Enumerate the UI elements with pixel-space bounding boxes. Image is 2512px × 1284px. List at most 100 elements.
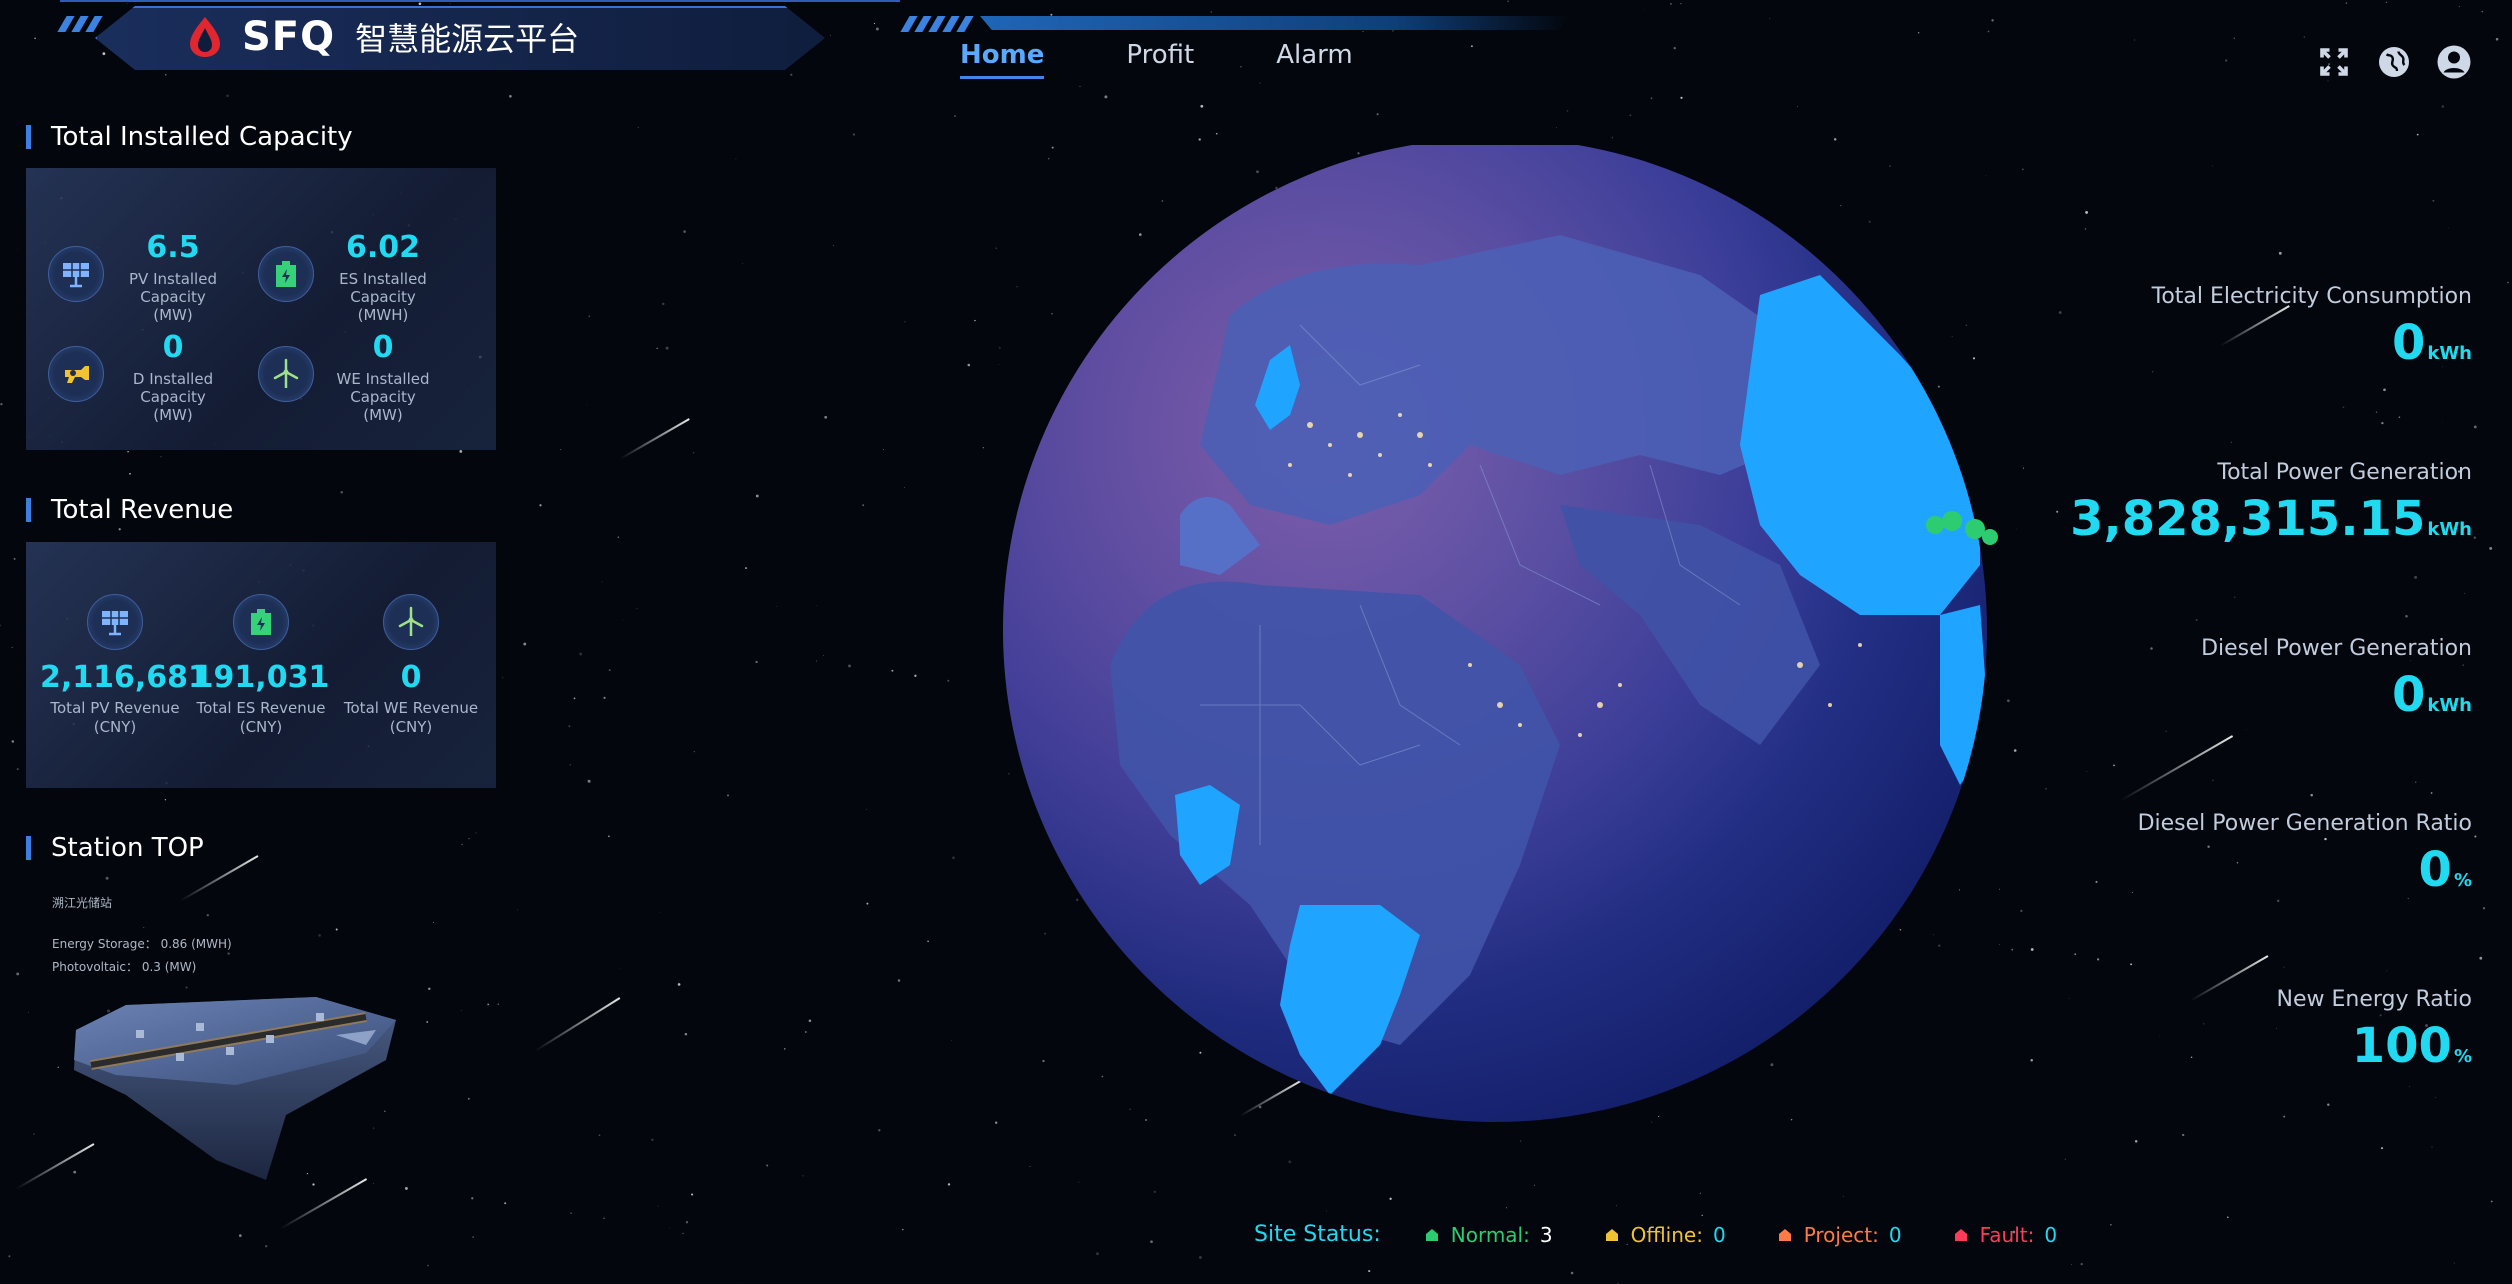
star (823, 654, 824, 656)
star (2482, 907, 2486, 910)
status-fault[interactable]: Fault: 0 (1954, 1223, 2057, 1247)
star (1104, 95, 1108, 99)
star (897, 979, 901, 982)
star (2227, 1216, 2229, 1218)
star (2473, 536, 2477, 539)
star (2507, 281, 2509, 284)
star (560, 449, 562, 451)
star (2182, 1133, 2185, 1137)
star (766, 1164, 769, 1167)
star (164, 799, 167, 801)
battery-storage-icon (258, 246, 314, 302)
revenue-item-pv: 2,116,681 Total PV Revenue (CNY) (40, 594, 209, 737)
main-nav: Home Profit Alarm (960, 40, 1435, 79)
star (16, 972, 20, 976)
nav-tab-home[interactable]: Home (960, 40, 1045, 79)
star (2283, 1115, 2286, 1118)
star (1215, 132, 1218, 135)
star (1326, 1210, 1328, 1212)
star (2479, 956, 2483, 960)
star (783, 1048, 786, 1050)
star (2381, 421, 2384, 425)
star (2431, 1146, 2433, 1148)
es-capacity-label: ES Installed Capacity (MWH) (339, 270, 427, 324)
star (995, 247, 998, 249)
star (2085, 210, 2089, 214)
star (902, 1228, 904, 1231)
star (2030, 1058, 2033, 1062)
kpi-label: New Energy Ratio (2276, 987, 2472, 1012)
fullscreen-icon[interactable] (2316, 44, 2352, 80)
star (2130, 963, 2133, 966)
star (2023, 467, 2024, 469)
star (2415, 781, 2417, 783)
star (2473, 425, 2477, 429)
wind-capacity-label: WE Installed Capacity (MW) (336, 370, 430, 424)
es-revenue-value: 191,031 (192, 660, 330, 695)
star (2386, 970, 2388, 972)
star (1615, 1205, 1617, 1207)
nav-tab-profit[interactable]: Profit (1126, 40, 1194, 79)
star (1198, 138, 1201, 141)
star (461, 843, 463, 845)
star (517, 909, 519, 911)
star (227, 952, 230, 955)
star (2131, 891, 2133, 893)
es-revenue-label: Total ES Revenue (CNY) (196, 699, 326, 736)
globe-icon[interactable] (2376, 44, 2412, 80)
station-name[interactable]: 溯江光储站 (52, 894, 112, 911)
capacity-grid: 6.5 PV Installed Capacity (MW) 6.02 ES In… (26, 168, 496, 450)
star (682, 1232, 684, 1235)
star (118, 528, 121, 531)
brand-name: SFQ (242, 14, 336, 60)
star (1078, 1181, 1080, 1183)
star (735, 158, 737, 160)
star (685, 1221, 689, 1224)
earth-globe[interactable] (1000, 145, 2010, 1125)
capacity-item-wind: 0 WE Installed Capacity (MW) (236, 326, 466, 424)
revenue-panel: 2,116,681 Total PV Revenue (CNY) 191,031 … (26, 542, 496, 788)
star (1200, 104, 1204, 108)
star (587, 779, 591, 783)
home-icon (1605, 1228, 1618, 1241)
status-normal[interactable]: Normal: 3 (1425, 1223, 1553, 1247)
station-3d-model[interactable] (66, 975, 416, 1190)
star (509, 95, 512, 98)
status-offline[interactable]: Offline: 0 (1605, 1223, 1726, 1247)
star (2283, 966, 2285, 968)
star (2416, 133, 2419, 136)
star (8, 1255, 11, 1258)
star (2414, 575, 2418, 579)
kpi-unit: % (2453, 1046, 2472, 1067)
wind-capacity-value: 0 (372, 330, 394, 365)
star (947, 1183, 951, 1186)
status-project[interactable]: Project: 0 (1778, 1223, 1902, 1247)
star (816, 660, 817, 662)
star (2134, 1140, 2138, 1143)
star (226, 94, 229, 98)
pv-capacity-value: 6.5 (146, 230, 200, 265)
star (2022, 168, 2024, 171)
star (1153, 1190, 1156, 1193)
star (539, 504, 542, 507)
site-status-bar: Site Status: Normal: 3 Offline: 0 Projec… (1254, 1222, 2109, 1247)
star (727, 794, 729, 797)
star (2212, 165, 2214, 167)
star (2230, 441, 2232, 443)
star (974, 319, 976, 322)
star (2110, 1224, 2112, 1226)
star (579, 652, 583, 656)
star (105, 876, 109, 880)
user-icon[interactable] (2436, 44, 2472, 80)
star (982, 447, 985, 449)
star (603, 1217, 605, 1219)
star (129, 472, 131, 475)
star (1699, 1192, 1701, 1194)
star (2074, 953, 2077, 956)
star (2080, 1262, 2083, 1266)
star (11, 646, 13, 649)
nav-tab-alarm[interactable]: Alarm (1276, 40, 1353, 79)
star (427, 1264, 429, 1267)
star (16, 768, 19, 771)
star (2113, 764, 2115, 767)
